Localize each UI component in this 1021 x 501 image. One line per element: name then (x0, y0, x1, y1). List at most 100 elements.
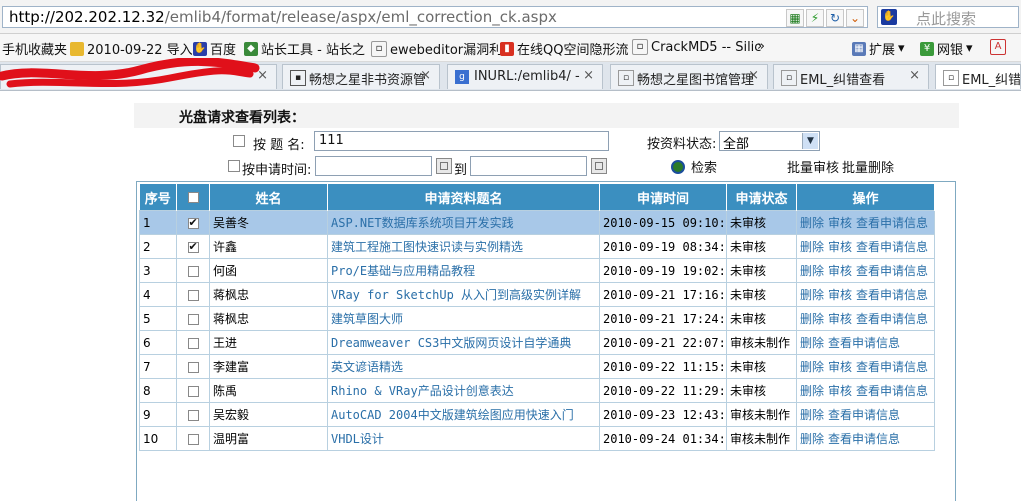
op-link-delete[interactable]: 删除 (800, 360, 824, 374)
table-row[interactable]: 5 蒋枫忠建筑草图大师2010-09-21 17:24:30未审核删除审核查看申请… (139, 306, 935, 331)
url-field[interactable]: http://202.202.12.32/emlib4/format/relea… (2, 6, 868, 28)
cell-checkbox[interactable] (176, 378, 210, 403)
filter-title-checkbox[interactable] (233, 135, 245, 147)
bookmark-webmaster[interactable]: ◆ 站长工具 - 站长之 (244, 39, 365, 58)
refresh-icon[interactable]: ↻ (826, 9, 844, 27)
chevron-down-icon[interactable]: ▼ (802, 133, 818, 149)
baidu-paw-icon[interactable]: ✋ (881, 9, 897, 25)
op-link-view-info[interactable]: 查看申请信息 (856, 216, 928, 230)
row-checkbox[interactable] (187, 385, 199, 397)
op-link-review[interactable]: 审核 (828, 360, 852, 374)
op-link-review[interactable]: 审核 (828, 264, 852, 278)
cell-checkbox[interactable] (176, 426, 210, 451)
bookmark-ewebeditor[interactable]: ▫ ewebeditor漏洞利 (371, 39, 502, 58)
bookmark-import[interactable]: 2010-09-22 导入 (70, 39, 193, 58)
row-checkbox[interactable] (187, 409, 199, 421)
time-from-input[interactable] (315, 156, 432, 176)
cell-checkbox[interactable] (176, 210, 210, 235)
cell-checkbox[interactable] (176, 354, 210, 379)
op-link-view-info[interactable]: 查看申请信息 (856, 360, 928, 374)
translate-button[interactable]: A (990, 39, 1006, 55)
op-link-view-info[interactable]: 查看申请信息 (856, 384, 928, 398)
op-link-delete[interactable]: 删除 (800, 384, 824, 398)
op-link-delete[interactable]: 删除 (800, 216, 824, 230)
title-input[interactable]: 111 (314, 131, 609, 151)
batch-review-link[interactable]: 批量审核 (787, 157, 839, 176)
op-link-view-info[interactable]: 查看申请信息 (828, 408, 900, 422)
table-row[interactable]: 9 吴宏毅 AutoCAD 2004中文版建筑绘图应用快速入门 2010-09-23 … (139, 402, 935, 427)
op-link-view-info[interactable]: 查看申请信息 (856, 264, 928, 278)
netbank-button[interactable]: ¥ 网银 ▾ (920, 39, 973, 58)
cell-title-link[interactable]: VRay for SketchUp 从入门到高级实例详解 (327, 282, 600, 307)
tab-resource-manager[interactable]: ▪ 畅想之星非书资源管 × (282, 64, 440, 89)
cell-title-link[interactable]: Dreamweaver CS3中文版网页设计自学通典 (327, 330, 600, 355)
close-icon[interactable]: × (420, 68, 431, 83)
table-row[interactable]: 7 李建富英文谚语精选2010-09-22 11:15:30未审核删除审核查看申请… (139, 354, 935, 379)
table-row[interactable]: 8 陈禹 Rhino & VRay产品设计创意表达 2010-09-22 11:29:… (139, 378, 935, 403)
op-link-review[interactable]: 审核 (828, 240, 852, 254)
search-box[interactable]: ✋ 点此搜索 (877, 6, 1019, 28)
tab-eml-correction-active[interactable]: ▫EML_纠错查 (935, 64, 1021, 89)
row-checkbox[interactable] (187, 265, 199, 277)
row-checkbox[interactable] (187, 433, 199, 445)
cell-title-link[interactable]: ASP.NET数据库系统项目开发实践 (327, 210, 600, 235)
op-link-view-info[interactable]: 查看申请信息 (856, 240, 928, 254)
select-all-checkbox[interactable] (187, 191, 199, 203)
cell-checkbox[interactable] (176, 402, 210, 427)
op-link-review[interactable]: 审核 (828, 216, 852, 230)
op-link-delete[interactable]: 删除 (800, 264, 824, 278)
row-checkbox[interactable] (187, 216, 199, 229)
cell-title-link[interactable]: AutoCAD 2004中文版建筑绘图应用快速入门 (327, 402, 600, 427)
op-link-review[interactable]: 审核 (828, 288, 852, 302)
op-link-delete[interactable]: 删除 (800, 240, 824, 254)
extensions-button[interactable]: ▦ 扩展 ▾ (852, 39, 905, 58)
op-link-delete[interactable]: 删除 (800, 288, 824, 302)
cell-title-link[interactable]: 建筑工程施工图快速识读与实例精选 (327, 234, 600, 259)
op-link-view-info[interactable]: 查看申请信息 (856, 312, 928, 326)
close-icon[interactable]: × (583, 68, 594, 83)
time-to-input[interactable] (470, 156, 587, 176)
filter-time-checkbox[interactable] (228, 160, 240, 172)
op-link-review[interactable]: 审核 (828, 384, 852, 398)
cell-title-link[interactable]: 英文谚语精选 (327, 354, 600, 379)
table-row[interactable]: 2 许鑫建筑工程施工图快速识读与实例精选2010-09-19 08:34:09未审… (139, 234, 935, 259)
table-row[interactable]: 3 何函Pro/E基础与应用精品教程2010-09-19 19:02:40未审核删… (139, 258, 935, 283)
calendar-icon[interactable] (591, 158, 607, 174)
op-link-delete[interactable]: 删除 (800, 408, 824, 422)
row-checkbox[interactable] (187, 313, 199, 325)
table-row[interactable]: 10 温明富VHDL设计2010-09-24 01:34:01审核未制作删除查看申… (139, 426, 935, 451)
cell-checkbox[interactable] (176, 306, 210, 331)
cell-title-link[interactable]: VHDL设计 (327, 426, 600, 451)
row-checkbox[interactable] (187, 289, 199, 301)
cell-checkbox[interactable] (176, 282, 210, 307)
cell-checkbox[interactable] (176, 258, 210, 283)
op-link-view-info[interactable]: 查看申请信息 (828, 336, 900, 350)
op-link-view-info[interactable]: 查看申请信息 (856, 288, 928, 302)
status-select[interactable]: 全部 ▼ (719, 131, 820, 152)
table-row[interactable]: 6 王进 Dreamweaver CS3中文版网页设计自学通典 2010-09-21 … (139, 330, 935, 355)
bookmark-baidu[interactable]: ✋ 百度 (193, 39, 236, 58)
row-checkbox[interactable] (187, 361, 199, 373)
bookmarks-overflow-button[interactable]: » (757, 39, 765, 54)
op-link-review[interactable]: 审核 (828, 312, 852, 326)
op-link-delete[interactable]: 删除 (800, 336, 824, 350)
row-checkbox[interactable] (187, 240, 199, 253)
header-select-all[interactable] (176, 184, 210, 211)
cell-title-link[interactable]: 建筑草图大师 (327, 306, 600, 331)
row-checkbox[interactable] (187, 337, 199, 349)
tab-google-inurl[interactable]: g INURL:/emlib4/ - × (447, 64, 603, 89)
calendar-icon[interactable] (436, 158, 452, 174)
bookmark-crackmd5[interactable]: ▫ CrackMD5 -- Silic (632, 39, 761, 55)
op-link-delete[interactable]: 删除 (800, 432, 824, 446)
lightning-icon[interactable]: ⚡ (806, 9, 824, 27)
bookmark-mobile[interactable]: 手机收藏夹 (2, 39, 67, 58)
tab-library-manager[interactable]: ▫ 畅想之星图书馆管理 × (610, 64, 768, 89)
qr-code-icon[interactable]: ▦ (786, 9, 804, 27)
search-button[interactable]: 检索 (671, 157, 717, 176)
op-link-view-info[interactable]: 查看申请信息 (828, 432, 900, 446)
cell-title-link[interactable]: Rhino & VRay产品设计创意表达 (327, 378, 600, 403)
op-link-delete[interactable]: 删除 (800, 312, 824, 326)
bookmark-qq[interactable]: ▮ 在线QQ空间隐形流 (500, 39, 628, 58)
table-row[interactable]: 4 蒋枫忠 VRay for SketchUp 从入门到高级实例详解 2010-09-… (139, 282, 935, 307)
cell-checkbox[interactable] (176, 330, 210, 355)
